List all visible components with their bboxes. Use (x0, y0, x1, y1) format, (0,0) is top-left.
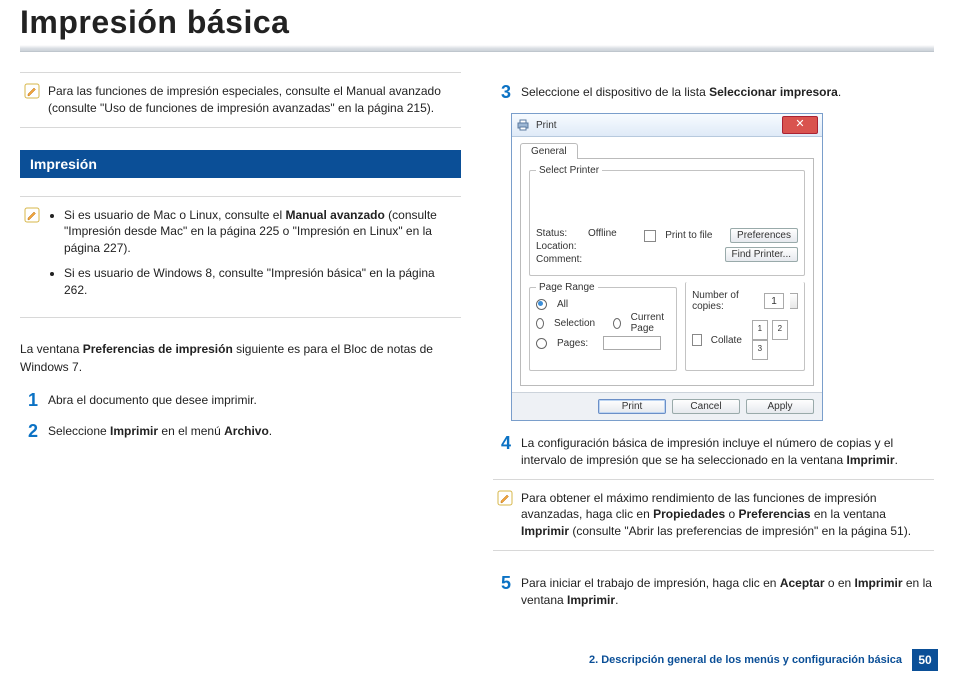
step-number: 2 (20, 421, 38, 442)
print-to-file-checkbox[interactable] (644, 230, 656, 242)
apply-button[interactable]: Apply (746, 399, 814, 414)
note-list: Si es usuario de Mac o Linux, consulte e… (48, 207, 457, 307)
note-special-functions: Para las funciones de impresión especial… (20, 72, 461, 128)
dialog-title: Print (536, 120, 557, 131)
note-item-win8: Si es usuario de Windows 8, consulte "Im… (64, 265, 457, 299)
group-copies: Number of copies: 1 Collate 123 (685, 282, 805, 371)
step-number: 5 (493, 573, 511, 594)
group-page-range: Page Range All Selection Current Page Pa… (529, 282, 677, 371)
step-1: 1 Abra el documento que desee imprimir. (20, 390, 461, 411)
note-text: Para las funciones de impresión especial… (48, 83, 457, 117)
printer-list[interactable] (536, 180, 798, 226)
note-text: Para obtener el máximo rendimiento de la… (521, 490, 930, 540)
radio-pages-label: Pages: (557, 338, 588, 349)
step-number: 1 (20, 390, 38, 411)
step-3: 3 Seleccione el dispositivo de la lista … (493, 82, 934, 103)
step-5: 5 Para iniciar el trabajo de impresión, … (493, 573, 934, 609)
location-label: Location: (536, 241, 582, 252)
step-4: 4 La configuración básica de impresión i… (493, 433, 934, 469)
dialog-titlebar[interactable]: Print ✕ (512, 114, 822, 137)
step-number: 3 (493, 82, 511, 103)
step-text: Seleccione el dispositivo de la lista Se… (521, 82, 934, 101)
radio-selection[interactable] (536, 318, 544, 329)
page-number: 50 (912, 649, 938, 671)
step-text: Para iniciar el trabajo de impresión, ha… (521, 573, 934, 609)
chapter-label: 2. Descripción general de los menús y co… (589, 654, 902, 666)
close-button[interactable]: ✕ (782, 116, 818, 134)
group-select-printer: Select Printer Status:Offline Location: … (529, 165, 805, 276)
collate-icon: 123 (752, 320, 798, 360)
group-label: Select Printer (536, 165, 602, 176)
radio-current-label: Current Page (631, 312, 670, 334)
step-text: Seleccione Imprimir en el menú Archivo. (48, 421, 461, 440)
preferences-button[interactable]: Preferences (730, 228, 798, 243)
print-button[interactable]: Print (598, 399, 666, 414)
step-text: Abra el documento que desee imprimir. (48, 390, 461, 409)
radio-all[interactable] (536, 299, 547, 310)
step-2: 2 Seleccione Imprimir en el menú Archivo… (20, 421, 461, 442)
intro-text: La ventana Preferencias de impresión sig… (20, 340, 461, 376)
status-value: Offline (588, 228, 617, 239)
comment-label: Comment: (536, 254, 582, 265)
radio-selection-label: Selection (554, 318, 595, 329)
collate-label: Collate (711, 335, 742, 346)
radio-all-label: All (557, 299, 568, 310)
print-dialog: Print ✕ General Select Printer Status: Of… (511, 113, 823, 421)
step-number: 4 (493, 433, 511, 454)
note-item-mac-linux: Si es usuario de Mac o Linux, consulte e… (64, 207, 457, 257)
copies-label: Number of copies: (692, 290, 746, 312)
page-title: Impresión básica (20, 4, 934, 41)
title-rule (20, 45, 934, 52)
pencil-icon (24, 207, 40, 223)
find-printer-button[interactable]: Find Printer... (725, 247, 798, 262)
pencil-icon (24, 83, 40, 99)
cancel-button[interactable]: Cancel (672, 399, 740, 414)
pencil-icon (497, 490, 513, 506)
step-text: La configuración básica de impresión inc… (521, 433, 934, 469)
group-label: Page Range (536, 282, 598, 293)
radio-current-page[interactable] (613, 318, 621, 329)
pages-input[interactable] (603, 336, 661, 350)
tab-general[interactable]: General (520, 143, 578, 159)
printer-icon (516, 118, 530, 132)
copies-input[interactable]: 1 (764, 293, 785, 309)
radio-pages[interactable] (536, 338, 547, 349)
copies-spinner[interactable] (790, 293, 798, 309)
section-heading: Impresión (20, 150, 461, 178)
status-label: Status: (536, 228, 582, 239)
collate-checkbox[interactable] (692, 334, 702, 346)
note-os: Si es usuario de Mac o Linux, consulte e… (20, 196, 461, 318)
note-advanced: Para obtener el máximo rendimiento de la… (493, 479, 934, 551)
page-footer: 2. Descripción general de los menús y co… (589, 649, 938, 671)
print-to-file-label: Print to file (665, 230, 712, 241)
